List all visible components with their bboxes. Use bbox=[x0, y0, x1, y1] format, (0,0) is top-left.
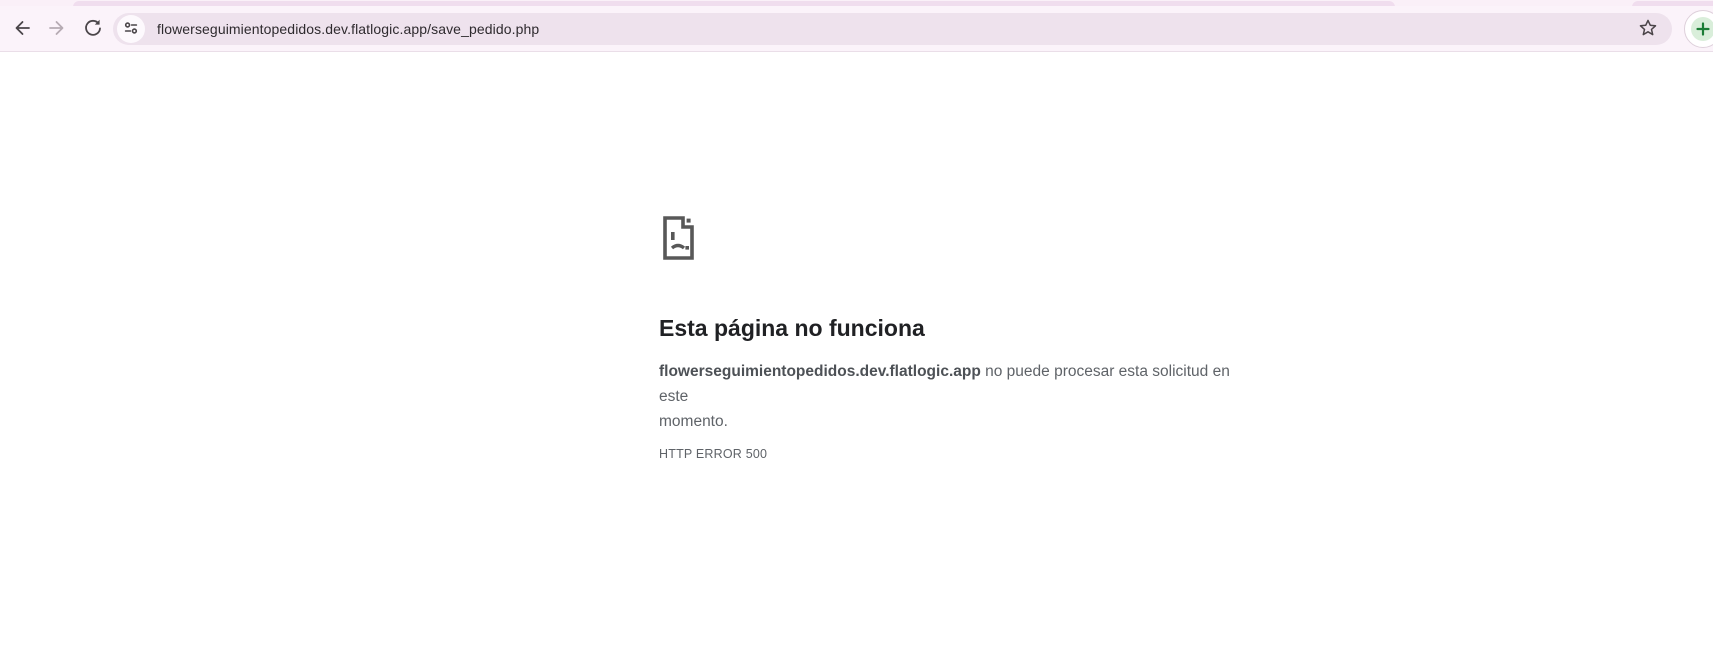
star-icon bbox=[1638, 18, 1658, 41]
browser-toolbar: flowerseguimientopedidos.dev.flatlogic.a… bbox=[0, 6, 1713, 52]
tune-icon bbox=[123, 20, 139, 39]
green-plus-icon bbox=[1691, 17, 1713, 41]
sad-file-icon bbox=[659, 214, 1259, 267]
site-info-button[interactable] bbox=[117, 15, 145, 43]
address-bar[interactable]: flowerseguimientopedidos.dev.flatlogic.a… bbox=[113, 13, 1672, 45]
error-title: Esta página no funciona bbox=[659, 313, 1259, 343]
bookmark-button[interactable] bbox=[1636, 17, 1660, 41]
error-message: flowerseguimientopedidos.dev.flatlogic.a… bbox=[659, 359, 1259, 434]
error-message-line1: flowerseguimientopedidos.dev.flatlogic.a… bbox=[659, 359, 1259, 409]
back-button[interactable] bbox=[10, 17, 34, 41]
error-code: HTTP ERROR 500 bbox=[659, 447, 1259, 461]
forward-button[interactable] bbox=[45, 17, 69, 41]
error-host: flowerseguimientopedidos.dev.flatlogic.a… bbox=[659, 363, 981, 380]
error-message-line2: momento. bbox=[659, 409, 1259, 434]
reload-button[interactable] bbox=[81, 17, 105, 41]
forward-arrow-icon bbox=[47, 18, 67, 41]
error-page: Esta página no funciona flowerseguimient… bbox=[0, 53, 1713, 665]
error-content: Esta página no funciona flowerseguimient… bbox=[659, 214, 1259, 461]
profile-button[interactable] bbox=[1684, 10, 1713, 48]
browser-window: { "browser": { "url": "flowerseguimiento… bbox=[0, 0, 1713, 665]
back-arrow-icon bbox=[12, 18, 32, 41]
reload-icon bbox=[83, 18, 103, 41]
url-text: flowerseguimientopedidos.dev.flatlogic.a… bbox=[157, 21, 539, 37]
